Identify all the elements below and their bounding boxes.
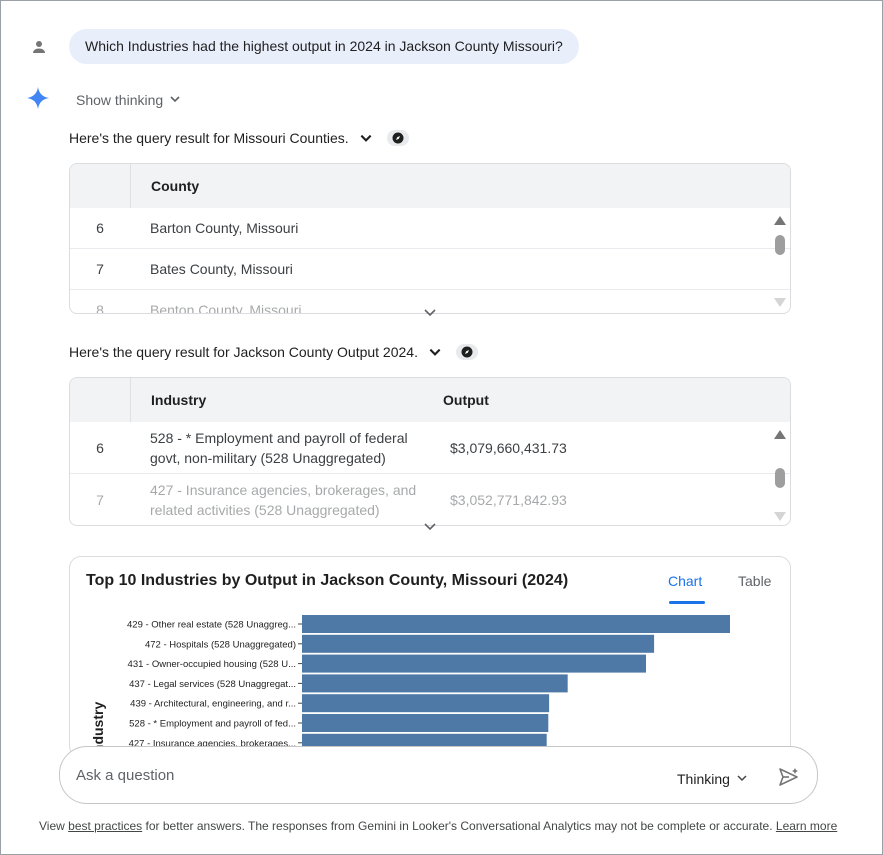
- expand-table-chevron-icon[interactable]: [423, 519, 437, 537]
- bar[interactable]: [302, 615, 730, 633]
- show-thinking-label: Show thinking: [76, 92, 164, 108]
- table-row: 7 Bates County, Missouri: [70, 249, 790, 290]
- row-index: 6: [96, 220, 104, 236]
- result2-explore-compass-icon[interactable]: [455, 344, 478, 360]
- scroll-down-arrow-icon[interactable]: [774, 512, 786, 521]
- chart-title: Top 10 Industries by Output in Jackson C…: [86, 572, 569, 589]
- output-column-header[interactable]: Output: [443, 392, 489, 408]
- y-tick-label: 437 - Legal services (528 Unaggregat...: [129, 679, 296, 690]
- county-table: County 6 Barton County, Missouri 7 Bates…: [69, 163, 791, 314]
- footer-disclaimer: for better answers. The responses from G…: [142, 819, 776, 833]
- y-tick-label: 528 - * Employment and payroll of fed...: [129, 719, 296, 730]
- result1-expand-chevron-icon[interactable]: [359, 131, 373, 145]
- county-column-header[interactable]: County: [131, 178, 199, 194]
- scrollbar-thumb[interactable]: [775, 235, 785, 255]
- expand-table-chevron-icon[interactable]: [423, 305, 437, 323]
- chart-card: Top 10 Industries by Output in Jackson C…: [69, 556, 791, 758]
- active-tab-indicator: [669, 601, 705, 604]
- ask-placeholder: Ask a question: [76, 767, 175, 784]
- bar[interactable]: [302, 694, 550, 713]
- row-index: 8: [96, 302, 104, 314]
- user-message: Which Industries had the highest output …: [28, 29, 579, 64]
- output-cell: $3,079,660,431.73: [450, 439, 567, 456]
- bar[interactable]: [302, 634, 655, 653]
- county-cell: Bates County, Missouri: [150, 261, 293, 277]
- ask-question-input[interactable]: Ask a question Thinking: [59, 746, 818, 804]
- user-question-bubble: Which Industries had the highest output …: [69, 29, 579, 64]
- row-index: 7: [96, 491, 104, 508]
- plot-margin: [750, 607, 790, 757]
- show-thinking-toggle[interactable]: Show thinking: [76, 92, 181, 108]
- tab-table[interactable]: Table: [738, 573, 771, 589]
- row-index: 6: [96, 439, 104, 456]
- send-sparkle-icon[interactable]: [778, 767, 800, 792]
- county-table-header: County: [70, 164, 790, 208]
- thinking-mode-dropdown[interactable]: Thinking: [677, 771, 748, 787]
- industry-column-header[interactable]: Industry: [131, 392, 443, 408]
- scroll-up-arrow-icon[interactable]: [774, 216, 786, 225]
- best-practices-link[interactable]: best practices: [68, 819, 142, 833]
- industry-table-header: Industry Output: [70, 378, 790, 422]
- result1-heading-row: Here's the query result for Missouri Cou…: [69, 130, 409, 146]
- scroll-down-arrow-icon[interactable]: [774, 298, 786, 307]
- table-row: 6 528 - * Employment and payroll of fede…: [70, 422, 790, 474]
- bar[interactable]: [302, 674, 568, 693]
- result1-heading: Here's the query result for Missouri Cou…: [69, 130, 349, 146]
- scrollbar-thumb[interactable]: [775, 468, 785, 488]
- table-row: 6 Barton County, Missouri: [70, 208, 790, 249]
- gemini-sparkle-icon: [27, 87, 49, 109]
- row-index: 7: [96, 261, 104, 277]
- bar-chart-plot: 429 - Other real estate (528 Unaggreg...…: [90, 607, 790, 757]
- y-tick-label: 431 - Owner-occupied housing (528 U...: [128, 659, 296, 670]
- y-tick-label: 429 - Other real estate (528 Unaggreg...: [127, 620, 296, 631]
- disclaimer-footer: View best practices for better answers. …: [39, 819, 837, 833]
- result2-expand-chevron-icon[interactable]: [428, 345, 442, 359]
- county-cell: Benton County, Missouri: [150, 302, 302, 314]
- table-row: 7 427 - Insurance agencies, brokerages, …: [70, 474, 790, 525]
- output-cell: $3,052,771,842.93: [450, 491, 567, 508]
- learn-more-link[interactable]: Learn more: [776, 819, 837, 833]
- chevron-down-icon: [736, 771, 748, 787]
- y-tick-label: 472 - Hospitals (528 Unaggregated): [145, 639, 296, 650]
- bar[interactable]: [302, 654, 647, 673]
- chevron-down-icon: [169, 92, 181, 108]
- bar[interactable]: [302, 714, 549, 732]
- scroll-up-arrow-icon[interactable]: [774, 430, 786, 439]
- result2-heading-row: Here's the query result for Jackson Coun…: [69, 344, 478, 360]
- footer-prefix: View: [39, 819, 69, 833]
- y-tick-label: 439 - Architectural, engineering, and r.…: [130, 699, 296, 710]
- county-cell: Barton County, Missouri: [150, 220, 299, 236]
- industry-cell: 427 - Insurance agencies, brokerages, an…: [150, 481, 417, 518]
- industry-cell: 528 - * Employment and payroll of federa…: [150, 429, 408, 466]
- user-avatar-icon: [28, 36, 50, 58]
- industry-output-table: Industry Output 6 528 - * Employment and…: [69, 377, 791, 526]
- thinking-mode-label: Thinking: [677, 771, 730, 787]
- tab-chart[interactable]: Chart: [668, 573, 702, 589]
- result1-explore-compass-icon[interactable]: [386, 130, 409, 146]
- result2-heading: Here's the query result for Jackson Coun…: [69, 344, 418, 360]
